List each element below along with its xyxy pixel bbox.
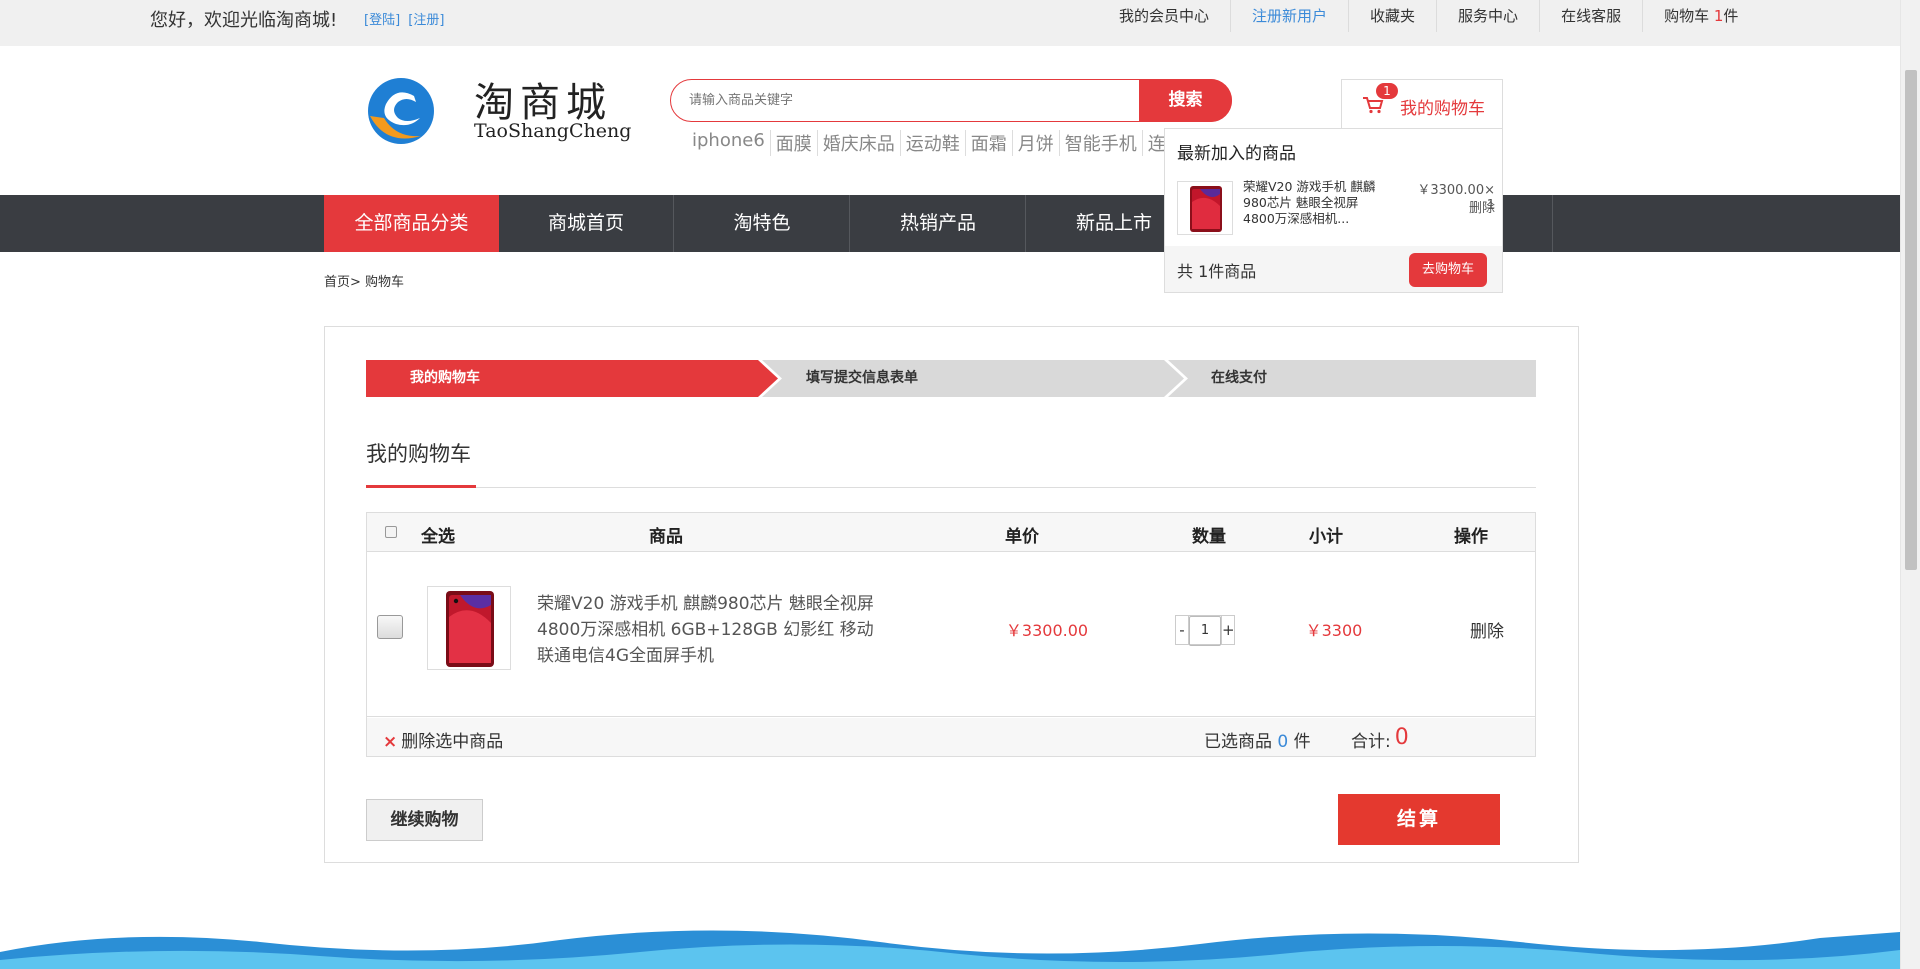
selected-count: 已选商品 0 件	[1204, 727, 1311, 752]
top-link-service[interactable]: 服务中心	[1436, 0, 1539, 32]
nav-featured[interactable]: 淘特色	[675, 195, 850, 252]
total-amount: 合计: 0	[1351, 725, 1409, 753]
cart-dropdown: 最新加入的商品 荣耀V20 游戏手机 麒麟980芯片 魅眼全视屏 4800万深感…	[1164, 128, 1503, 293]
quantity-value-wrap: 1	[1189, 615, 1221, 646]
breadcrumb: 首页> 购物车	[324, 271, 404, 290]
login-link[interactable]: [登陆]	[364, 13, 400, 28]
quantity-input[interactable]: 1	[1189, 616, 1221, 646]
table-footer: × 删除选中商品 已选商品 0 件 合计: 0	[367, 718, 1535, 756]
dropdown-delete-link[interactable]: 删除	[1435, 197, 1495, 216]
hot-keyword[interactable]: iphone6	[690, 130, 770, 156]
mini-cart-button[interactable]: 1 我的购物车	[1341, 79, 1503, 129]
cart-heading: 我的购物车	[366, 442, 471, 466]
cart-count-badge: 1	[1376, 83, 1398, 99]
header-action: 操作	[1454, 527, 1488, 547]
hot-keyword[interactable]: 面膜	[769, 130, 817, 156]
delete-selected-label: 删除选中商品	[401, 732, 504, 752]
selected-prefix: 已选商品	[1204, 732, 1278, 752]
total-value: 0	[1394, 725, 1409, 750]
step-online-payment: 在线支付	[1211, 370, 1267, 386]
top-nav: 我的会员中心 注册新用户 收藏夹 服务中心 在线客服 购物车 1件	[1098, 0, 1759, 32]
top-link-online-support[interactable]: 在线客服	[1539, 0, 1642, 32]
phone-image	[446, 591, 494, 667]
checkout-button[interactable]: 结算	[1338, 794, 1500, 845]
login-links: [登陆] [注册]	[364, 9, 448, 28]
delete-item-link[interactable]: 删除	[1447, 617, 1527, 642]
dropdown-item-count: 共 1件商品	[1177, 262, 1257, 281]
go-to-cart-button[interactable]: 去购物车	[1409, 253, 1487, 287]
table-row: 荣耀V20 游戏手机 麒麟980芯片 魅眼全视屏 4800万深感相机 6GB+1…	[367, 553, 1535, 717]
top-link-cart[interactable]: 购物车 1件	[1642, 0, 1759, 32]
dropdown-product-image[interactable]	[1177, 181, 1233, 235]
step-my-cart: 我的购物车	[410, 370, 480, 386]
header-select-all[interactable]: 全选	[421, 522, 455, 547]
total-label: 合计:	[1351, 732, 1391, 752]
dropdown-title: 最新加入的商品	[1177, 144, 1296, 164]
product-image[interactable]	[427, 586, 511, 670]
header-unit-price: 单价	[1005, 527, 1039, 547]
step-fill-form: 填写提交信息表单	[806, 370, 918, 386]
product-subtotal: ￥3300	[1305, 621, 1363, 640]
continue-shopping-button[interactable]: 继续购物	[366, 799, 483, 841]
product-name[interactable]: 荣耀V20 游戏手机 麒麟980芯片 魅眼全视屏 4800万深感相机 6GB+1…	[537, 591, 877, 669]
hot-keyword[interactable]: 婚庆床品	[816, 130, 900, 156]
decorative-waves	[0, 930, 1900, 969]
dropdown-product-name[interactable]: 荣耀V20 游戏手机 麒麟980芯片 魅眼全视屏 4800万深感相机...	[1243, 179, 1393, 227]
top-link-member-center[interactable]: 我的会员中心	[1098, 0, 1230, 32]
top-bar: 您好，欢迎光临淘商城! [登陆] [注册] 我的会员中心 注册新用户 收藏夹 服…	[0, 0, 1900, 46]
main-nav: 全部商品分类 商城首页 淘特色 热销产品 新品上市	[0, 195, 1900, 252]
selected-count-value: 0	[1277, 732, 1289, 752]
delete-selected-button[interactable]: × 删除选中商品	[383, 727, 503, 752]
close-x-icon: ×	[383, 732, 398, 752]
mini-cart-label: 我的购物车	[1400, 99, 1485, 119]
register-link[interactable]: [注册]	[408, 13, 444, 28]
search-button[interactable]: 搜索	[1139, 79, 1232, 122]
scrollbar-thumb[interactable]	[1905, 70, 1917, 570]
header-quantity: 数量	[1192, 527, 1226, 547]
breadcrumb-home[interactable]: 首页>	[324, 275, 361, 290]
top-link-register[interactable]: 注册新用户	[1230, 0, 1348, 32]
checkout-steps	[366, 360, 1536, 397]
hot-keywords: iphone6 面膜 婚庆床品 运动鞋 面霜 月饼 智能手机 连	[690, 130, 1171, 156]
top-cart-prefix: 购物车	[1664, 7, 1714, 25]
hot-keyword[interactable]: 运动鞋	[899, 130, 965, 156]
top-cart-count: 1	[1713, 7, 1724, 25]
quantity-increase-button[interactable]: +	[1221, 615, 1235, 645]
header-product: 商品	[649, 527, 683, 547]
row-checkbox[interactable]	[377, 615, 403, 639]
nav-hot-products[interactable]: 热销产品	[851, 195, 1026, 252]
top-cart-suffix: 件	[1723, 7, 1739, 25]
heading-accent	[366, 485, 476, 488]
cart-table: 全选 商品 单价 数量 小计 操作 荣耀V20 游戏手机 麒麟980芯片 魅眼全…	[366, 512, 1536, 757]
product-unit-price: ￥3300.00	[1005, 621, 1089, 640]
select-all-checkbox[interactable]	[385, 526, 397, 538]
cart-icon	[1363, 97, 1384, 114]
logo-text-en[interactable]: TaoShangCheng	[474, 120, 631, 142]
nav-all-categories[interactable]: 全部商品分类	[324, 195, 499, 252]
top-link-favorites[interactable]: 收藏夹	[1348, 0, 1436, 32]
dropdown-footer: 共 1件商品 去购物车	[1165, 246, 1502, 292]
welcome-text: 您好，欢迎光临淘商城!	[150, 10, 338, 31]
quantity-stepper: - 1 +	[1175, 615, 1235, 646]
header-subtotal: 小计	[1309, 527, 1343, 547]
hot-keyword[interactable]: 月饼	[1011, 130, 1059, 156]
logo-mark[interactable]	[366, 76, 436, 146]
divider	[366, 487, 1536, 488]
nav-home[interactable]: 商城首页	[499, 195, 674, 252]
phone-image	[1190, 186, 1222, 232]
vertical-scrollbar[interactable]	[1900, 0, 1920, 969]
breadcrumb-current: 购物车	[360, 275, 405, 290]
selected-suffix: 件	[1288, 732, 1311, 752]
quantity-decrease-button[interactable]: -	[1175, 615, 1189, 645]
search-input[interactable]	[689, 80, 1129, 121]
table-header: 全选 商品 单价 数量 小计 操作	[367, 513, 1535, 552]
hot-keyword[interactable]: 智能手机	[1058, 130, 1142, 156]
hot-keyword[interactable]: 面霜	[964, 130, 1012, 156]
